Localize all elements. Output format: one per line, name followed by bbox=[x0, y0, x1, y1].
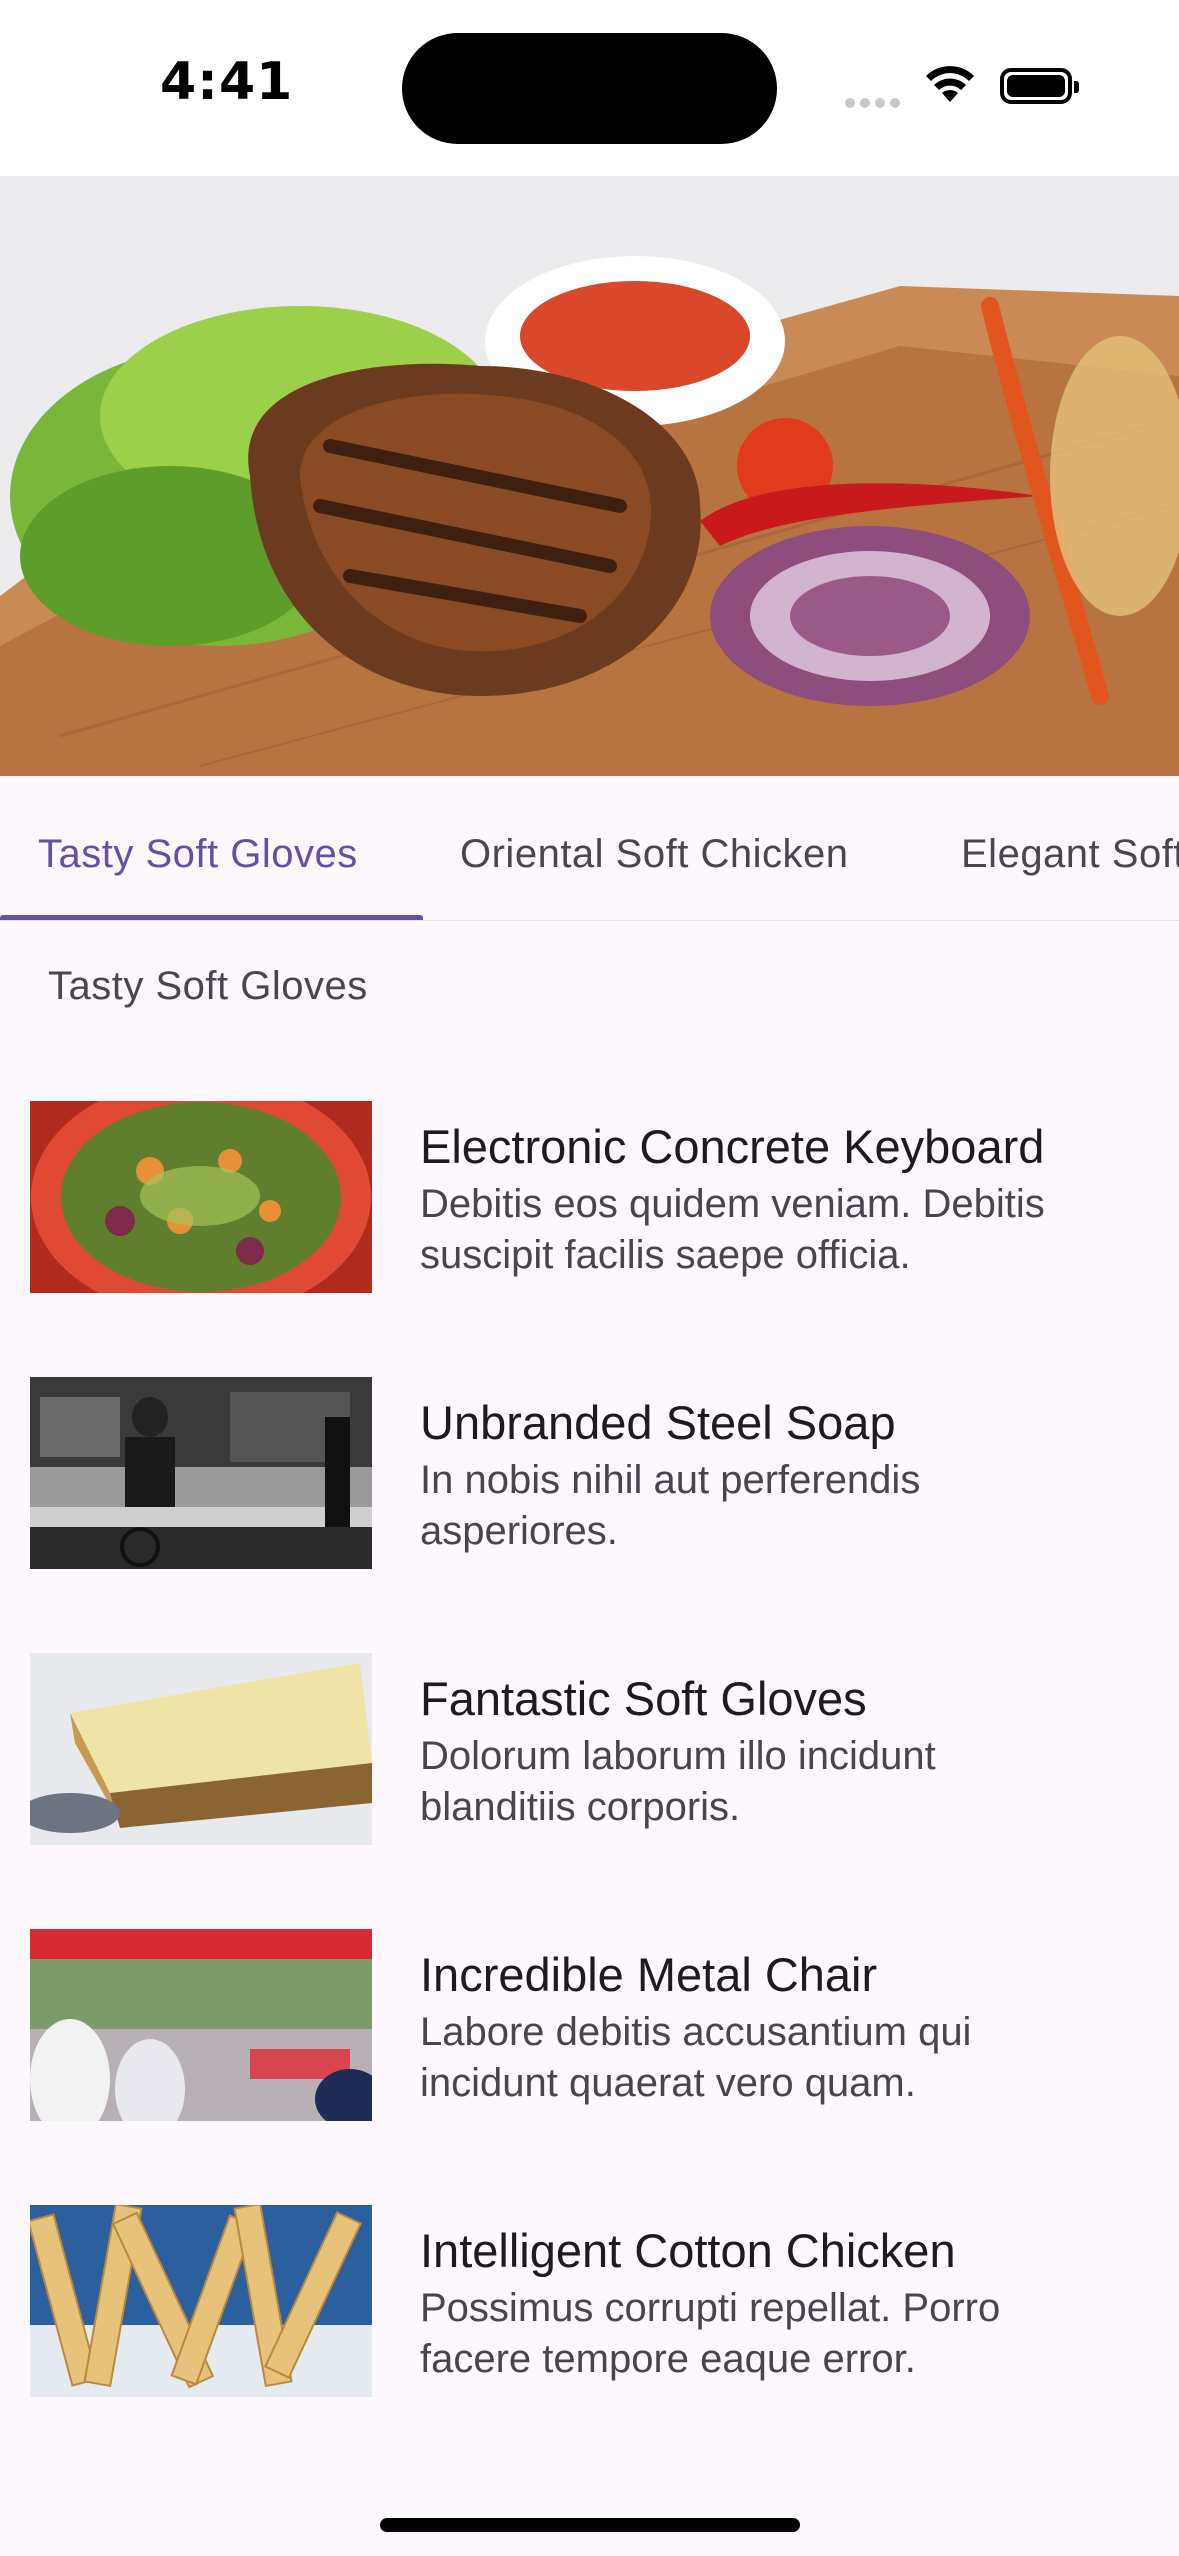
item-title: Fantastic Soft Gloves bbox=[420, 1672, 867, 1725]
item-thumbnail bbox=[30, 2205, 372, 2397]
list-item[interactable]: Unbranded Steel Soap In nobis nihil aut … bbox=[0, 1377, 1179, 1597]
hero-image bbox=[0, 176, 1179, 776]
tab-oriental-soft-chicken[interactable]: Oriental Soft Chicken bbox=[460, 832, 848, 877]
wifi-icon bbox=[926, 66, 974, 102]
item-thumbnail bbox=[30, 1653, 372, 1845]
item-title: Intelligent Cotton Chicken bbox=[420, 2224, 956, 2277]
cellular-signal-icon bbox=[845, 95, 905, 113]
battery-icon bbox=[1000, 68, 1079, 104]
item-description: In nobis nihil aut perferendis asperiore… bbox=[420, 1458, 921, 1553]
tabs-divider bbox=[0, 920, 1179, 921]
tab-elegant-soft-chicken[interactable]: Elegant Soft Chicken bbox=[961, 832, 1179, 877]
list-item[interactable]: Fantastic Soft Gloves Dolorum laborum il… bbox=[0, 1653, 1179, 1873]
item-title: Incredible Metal Chair bbox=[420, 1948, 878, 2001]
item-title: Electronic Concrete Keyboard bbox=[420, 1120, 1045, 1173]
grilled-steak-platter-image bbox=[0, 176, 1179, 776]
street-cyclist-bw-image bbox=[30, 1377, 372, 1569]
item-thumbnail bbox=[30, 1377, 372, 1569]
list-item[interactable]: Electronic Concrete Keyboard Debitis eos… bbox=[0, 1101, 1179, 1321]
french-fries-image bbox=[30, 2205, 372, 2397]
dynamic-island bbox=[402, 33, 777, 144]
section-title: Tasty Soft Gloves bbox=[48, 964, 368, 1008]
item-description: Possimus corrupti repellat. Porro facere… bbox=[420, 2286, 1001, 2381]
list-item[interactable]: Incredible Metal Chair Labore debitis ac… bbox=[0, 1929, 1179, 2149]
tab-tasty-soft-gloves[interactable]: Tasty Soft Gloves bbox=[38, 832, 358, 877]
outdoor-market-image bbox=[30, 1929, 372, 2121]
item-description: Labore debitis accusantium qui incidunt … bbox=[420, 2010, 972, 2105]
cheesecake-slice-image bbox=[30, 1653, 372, 1845]
item-description: Debitis eos quidem veniam. Debitis susci… bbox=[420, 1182, 1045, 1277]
status-time: 4:41 bbox=[160, 52, 294, 112]
salad-bowl-image bbox=[30, 1101, 372, 1293]
item-description: Dolorum laborum illo incidunt blanditiis… bbox=[420, 1734, 936, 1829]
item-thumbnail bbox=[30, 1929, 372, 2121]
list-item[interactable]: Intelligent Cotton Chicken Possimus corr… bbox=[0, 2205, 1179, 2425]
item-thumbnail bbox=[30, 1101, 372, 1293]
home-indicator[interactable] bbox=[380, 2518, 800, 2532]
status-bar: 4:41 bbox=[0, 0, 1179, 176]
item-title: Unbranded Steel Soap bbox=[420, 1396, 896, 1449]
category-tabs: Tasty Soft Gloves Oriental Soft Chicken … bbox=[0, 776, 1179, 921]
